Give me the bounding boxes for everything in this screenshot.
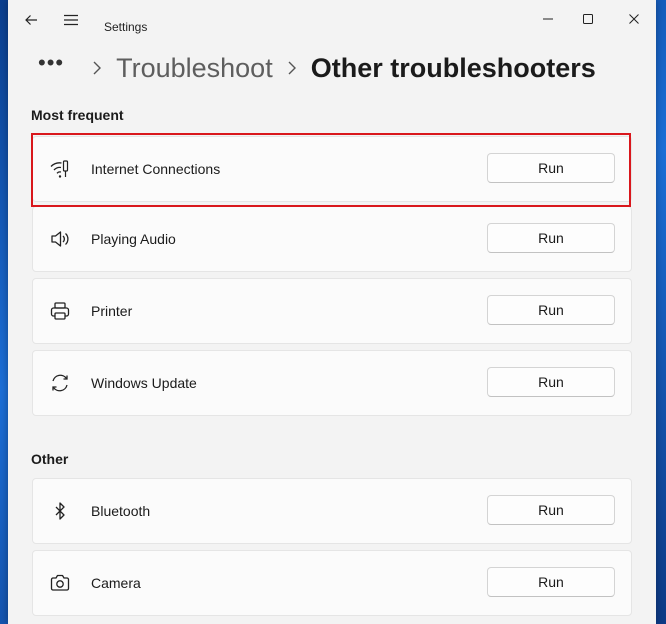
- run-camera-button[interactable]: Run: [487, 567, 615, 597]
- section-most-frequent-label: Most frequent: [31, 107, 124, 123]
- row-label: Playing Audio: [91, 231, 176, 247]
- app-title: Settings: [104, 20, 148, 34]
- close-button[interactable]: [612, 6, 656, 32]
- printer-icon: [49, 300, 71, 322]
- minimize-button[interactable]: [526, 6, 570, 32]
- troubleshooter-row-windows-update: Windows Update Run: [32, 350, 632, 416]
- back-arrow-icon: [25, 15, 37, 25]
- settings-window: Settings ••• Troubleshoot Other troubles…: [8, 0, 656, 624]
- run-internet-connections-button[interactable]: Run: [487, 153, 615, 183]
- bluetooth-icon: [49, 500, 71, 522]
- wifi-icon: [49, 158, 71, 180]
- row-label: Printer: [91, 303, 133, 319]
- breadcrumb-more-button[interactable]: •••: [38, 50, 64, 76]
- maximize-icon: [583, 14, 593, 24]
- run-windows-update-button[interactable]: Run: [487, 367, 615, 397]
- menu-button[interactable]: [56, 8, 86, 32]
- troubleshooter-row-internet-connections: Internet Connections Run: [32, 136, 632, 202]
- troubleshooter-row-camera: Camera Run: [32, 550, 632, 616]
- row-label: Internet Connections: [91, 161, 221, 177]
- chevron-right-icon: [287, 60, 297, 76]
- troubleshooter-row-printer: Printer Run: [32, 278, 632, 344]
- run-playing-audio-button[interactable]: Run: [487, 223, 615, 253]
- troubleshooter-row-bluetooth: Bluetooth Run: [32, 478, 632, 544]
- back-button[interactable]: [16, 8, 46, 32]
- page-title: Other troubleshooters: [310, 52, 596, 83]
- section-other-label: Other: [31, 451, 69, 467]
- maximize-button[interactable]: [566, 6, 610, 32]
- camera-icon: [49, 572, 71, 594]
- title-bar: Settings: [8, 0, 656, 40]
- row-label: Camera: [91, 575, 141, 591]
- breadcrumb: ••• Troubleshoot Other troubleshooters: [38, 48, 596, 88]
- run-bluetooth-button[interactable]: Run: [487, 495, 615, 525]
- chevron-right-icon: [92, 60, 102, 76]
- row-label: Windows Update: [91, 375, 197, 391]
- refresh-icon: [49, 372, 71, 394]
- row-label: Bluetooth: [91, 503, 151, 519]
- hamburger-menu-icon: [64, 14, 78, 26]
- run-printer-button[interactable]: Run: [487, 295, 615, 325]
- minimize-icon: [543, 18, 553, 20]
- close-icon: [629, 14, 639, 24]
- breadcrumb-troubleshoot-link[interactable]: Troubleshoot: [116, 53, 273, 84]
- troubleshooter-row-playing-audio: Playing Audio Run: [32, 206, 632, 272]
- speaker-icon: [49, 228, 71, 250]
